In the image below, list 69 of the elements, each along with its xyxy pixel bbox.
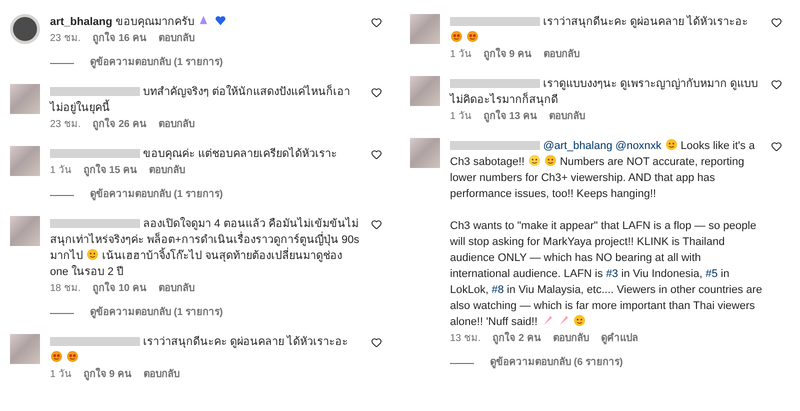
- like-heart-icon[interactable]: [371, 337, 382, 348]
- comment-time: 1 วัน: [50, 368, 72, 382]
- comment-text: เราว่าสนุกดีนะคะ ดูผ่อนคลาย ได้หัวเราะอะ: [50, 334, 363, 366]
- comment-text: เราว่าสนุกดีนะคะ ดูผ่อนคลาย ได้หัวเราะอะ: [450, 14, 763, 46]
- smiley-emoji-icon: [574, 315, 585, 326]
- blurred-avatar: [10, 84, 40, 114]
- comment-text: ขอบคุณค่ะ แต่ชอบคลายเครียดได้หัวเราะ: [50, 146, 363, 162]
- like-count[interactable]: ถูกใจ 13 คน: [483, 110, 538, 124]
- comment-text: ลองเปิดใจดูมา 4 ตอนแล้ว คือมันไม่เข้มข้นไม่สนุกเท่าไหร่จริงๆค่ะ พล็อต+การดำเนินเรื่องราวดูการ์ตูนญี่ปุ่น 90s มากไป เน้นเฮฮาบ้าจิ้งโก๊ะไป จนสุดท้ายต้องเปลี่ยนมาดูช่อง one ในรอบ 2 ปี: [50, 216, 360, 280]
- hashtag-link[interactable]: #8: [492, 284, 504, 296]
- smiley-emoji-icon: [666, 139, 676, 150]
- mention-link[interactable]: @noxnxk: [615, 140, 662, 152]
- like-heart-icon[interactable]: [371, 87, 382, 98]
- comment-action-link[interactable]: ตอบกลับ: [552, 332, 589, 346]
- comment-time: 18 ชม.: [50, 282, 81, 296]
- comment-time: 13 ชม.: [450, 332, 481, 346]
- comment-text: บทสำคัญจริงๆ ต่อให้นักแสดงปังแค่ไหนก็เอาไม่อยู่ในยุคนี้: [50, 84, 352, 116]
- heart-emoji-icon: [214, 15, 226, 26]
- comment-action-link[interactable]: ดูคำแปล: [600, 332, 638, 346]
- like-heart-icon[interactable]: [371, 149, 382, 160]
- blurred-avatar: [410, 14, 440, 44]
- comment-action-link[interactable]: ตอบกลับ: [543, 48, 580, 62]
- blurred-avatar: [10, 146, 40, 176]
- blurred-avatar: [10, 334, 40, 364]
- comment-time: 1 วัน: [50, 164, 72, 178]
- like-heart-icon[interactable]: [771, 17, 782, 28]
- comment-time: 23 ชม.: [50, 118, 81, 132]
- comment-text: เราดูแบบงงๆนะ ดูเพราะญาญ่ากับหมาก ดูแบบไม่คิดอะไรมากก็สนุกดี: [450, 77, 760, 108]
- heart-eyes-emoji-icon: [451, 31, 462, 42]
- hashtag-link[interactable]: #3: [606, 268, 618, 280]
- comment-time: 23 ชม.: [50, 32, 81, 46]
- heart-eyes-emoji-icon: [67, 351, 78, 362]
- comment-action-link[interactable]: ตอบกลับ: [549, 110, 586, 124]
- avatar-photo[interactable]: [10, 14, 40, 44]
- like-count[interactable]: ถูกใจ 9 คน: [83, 368, 132, 382]
- like-count[interactable]: ถูกใจ 26 คน: [92, 118, 146, 132]
- comment-time: 1 วัน: [450, 48, 472, 62]
- blurred-avatar: [10, 216, 40, 246]
- like-count[interactable]: ถูกใจ 10 คน: [92, 282, 146, 296]
- heart-eyes-emoji-icon: [51, 351, 62, 362]
- smiley-emoji-icon: [528, 155, 540, 166]
- like-count[interactable]: ถูกใจ 9 คน: [483, 48, 532, 62]
- username-link[interactable]: art_bhalang: [50, 16, 112, 28]
- comment-action-link[interactable]: ตอบกลับ: [158, 118, 194, 132]
- view-replies-link[interactable]: ดูข้อความตอบกลับ (1 รายการ): [90, 306, 223, 320]
- comment-action-link[interactable]: ตอบกลับ: [143, 368, 180, 382]
- view-replies-link[interactable]: ดูข้อความตอบกลับ (1 รายการ): [90, 56, 223, 70]
- smiley-emoji-icon: [87, 249, 98, 260]
- comment-text: @art_bhalang @noxnxk Looks like it's a Ch3 sabotage!! Numbers are NOT accurate, reporting lower numbers for Ch3+ viewership. AND that app has performance issues, too!! Keeps hanging!! Ch3 wants to "make it appear" that LAFN is a flop — so people will stop asking for MarkYaya project!! KLINK is Thailand audience ONLY — which has NO bearing at all with international audience. LAFN is #3 in Viu Indonesia, #5 in LokLok, #8 in Viu Malaysia, etc.... Viewers in other countries are also watching — which is far more important than Thai viewers alone!! 'Nuff said!!: [450, 138, 763, 330]
- comment-action-link[interactable]: ตอบกลับ: [158, 32, 194, 46]
- comment-action-link[interactable]: ตอบกลับ: [158, 282, 194, 296]
- comment-text: art_bhalang ขอบคุณมากครับ: [50, 14, 363, 30]
- smiley-emoji-icon: [544, 155, 556, 166]
- like-count[interactable]: ถูกใจ 15 คน: [83, 164, 138, 178]
- like-count[interactable]: ถูกใจ 2 คน: [492, 332, 541, 346]
- hashtag-link[interactable]: #5: [705, 268, 718, 280]
- blurred-avatar: [410, 138, 440, 168]
- blurred-avatar: [410, 76, 440, 106]
- like-heart-icon[interactable]: [371, 17, 382, 28]
- view-replies-link[interactable]: ดูข้อความตอบกลับ (1 รายการ): [90, 188, 223, 202]
- comment-action-link[interactable]: ตอบกลับ: [149, 164, 186, 178]
- like-count[interactable]: ถูกใจ 16 คน: [92, 32, 146, 46]
- like-heart-icon[interactable]: [771, 141, 782, 152]
- mention-link[interactable]: @art_bhalang: [543, 140, 612, 152]
- view-replies-link[interactable]: ดูข้อความตอบกลับ (6 รายการ): [490, 356, 623, 370]
- comment-time: 1 วัน: [450, 110, 472, 124]
- like-heart-icon[interactable]: [371, 219, 382, 230]
- like-heart-icon[interactable]: [771, 79, 782, 90]
- heart-eyes-emoji-icon: [467, 31, 478, 42]
